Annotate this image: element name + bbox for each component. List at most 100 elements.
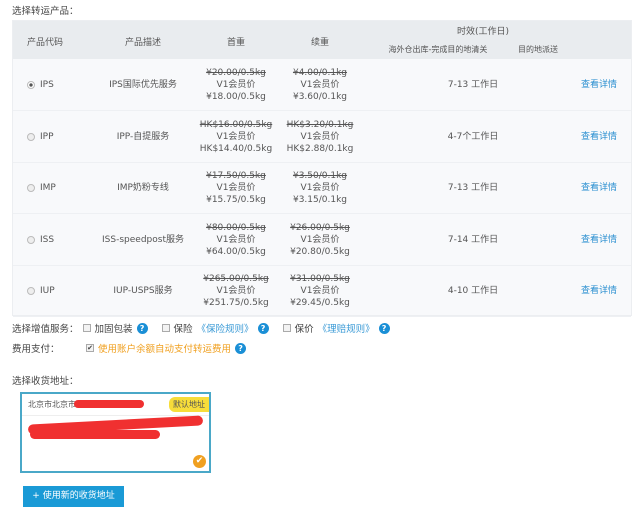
payment-label: 费用支付： [12,344,60,355]
member-tier: V1会员价 [216,131,256,142]
product-desc: IPS国际优先服务 [109,80,177,90]
payment-row: 费用支付： ✔ 使用账户余额自动支付转运费用 ? [12,341,247,355]
product-radio[interactable] [27,235,35,244]
services-label: 选择增值服务： [12,324,79,335]
product-code[interactable]: IMP [27,182,56,194]
header-desc: 产品描述 [124,38,161,48]
help-icon[interactable]: ? [257,322,269,334]
header-time-clearance: 海外仓出库-完成目的地清关 [388,45,488,54]
product-desc: IPP-自提服务 [116,131,170,142]
product-radio[interactable] [27,184,35,192]
original-price: ¥20.00/0.5kg [206,68,266,78]
product-code[interactable]: IPS [27,79,54,91]
product-code-label: ISS [40,234,55,245]
address-city: 北京市北京市 [28,400,76,409]
product-code[interactable]: ISS [27,234,54,246]
member-price: ¥18.00/0.5kg [206,92,266,102]
product-radio[interactable] [27,132,35,141]
help-icon[interactable]: ? [235,342,247,354]
reinforce-label: 加固包装 [94,324,133,335]
product-code[interactable]: IPP [27,131,54,143]
original-price: HK$3.20/0.1kg [286,119,354,130]
product-radio[interactable] [27,81,35,89]
header-cont: 续重 [310,38,329,48]
member-tier: V1会员价 [216,286,256,296]
claim-rule-link[interactable]: 《理赔规则》 [318,321,375,335]
first-weight-price: ¥265.00/0.5kg V1会员价 ¥251.75/0.5kg [193,273,279,309]
cont-weight-price: HK$3.20/0.1kg V1会员价 HK$2.88/0.1kg [277,119,363,155]
member-tier: V1会员价 [300,234,340,245]
table-row: IUP IUP-USPS服务 ¥265.00/0.5kg V1会员价 ¥251.… [13,265,631,317]
header-first: 首重 [226,38,245,48]
member-tier: V1会员价 [216,80,256,90]
redaction [74,400,144,408]
valuation-checkbox[interactable] [282,324,291,332]
original-price: ¥31.00/0.5kg [290,274,350,284]
table-row: IPP IPP-自提服务 HK$16.00/0.5kg V1会员价 HK$14.… [13,111,631,163]
selected-check-icon: ✔ [193,455,206,468]
product-desc: IMP奶粉专线 [117,183,169,193]
product-code[interactable]: IUP [27,285,55,297]
view-details-link[interactable]: 查看详情 [581,285,617,297]
table-row: IMP IMP奶粉专线 ¥17.50/0.5kg V1会员价 ¥15.75/0.… [13,162,631,214]
section-title: 选择转运产品： [12,6,79,17]
original-price: ¥3.50/0.1kg [292,171,348,181]
delivery-time: 4-7个工作日 [447,131,499,142]
auto-pay-checkbox[interactable]: ✔ [86,344,94,352]
member-price: HK$14.40/0.5kg [199,143,273,154]
insurance-rule-link[interactable]: 《保险规则》 [197,321,254,335]
original-price: HK$16.00/0.5kg [199,119,273,130]
default-address-badge: 默认地址 [169,397,209,412]
member-price: ¥3.60/0.1kg [292,92,348,102]
view-details-link[interactable]: 查看详情 [581,234,617,246]
member-tier: V1会员价 [300,131,340,142]
member-tier: V1会员价 [300,286,340,296]
reinforce-checkbox[interactable] [82,324,91,332]
member-price: ¥20.80/0.5kg [290,246,350,257]
header-time: 时效(工作日) [456,27,510,37]
member-tier: V1会员价 [300,183,340,193]
cont-weight-price: ¥31.00/0.5kg V1会员价 ¥29.45/0.5kg [277,273,363,309]
cont-weight-price: ¥4.00/0.1kg V1会员价 ¥3.60/0.1kg [277,67,363,103]
product-code-label: IPS [40,80,54,90]
member-price: ¥3.15/0.1kg [292,195,348,205]
delivery-time: 7-13 工作日 [447,183,499,193]
address-card[interactable]: 北京市北京市 默认地址 ✔ [20,392,211,473]
product-table: 产品代码 产品描述 首重 续重 时效(工作日) 海外仓出库-完成目的地清关 目的… [12,20,632,317]
member-tier: V1会员价 [300,80,340,90]
member-price: ¥64.00/0.5kg [206,246,266,257]
cont-weight-price: ¥26.00/0.5kg V1会员价 ¥20.80/0.5kg [277,222,363,258]
view-details-link[interactable]: 查看详情 [581,79,617,91]
new-address-button[interactable]: + 使用新的收货地址 [23,486,124,507]
original-price: ¥265.00/0.5kg [203,274,269,284]
member-tier: V1会员价 [216,234,256,245]
view-details-link[interactable]: 查看详情 [581,131,617,143]
first-weight-price: ¥20.00/0.5kg V1会员价 ¥18.00/0.5kg [193,67,279,103]
first-weight-price: ¥80.00/0.5kg V1会员价 ¥64.00/0.5kg [193,222,279,258]
product-code-label: IMP [40,183,56,193]
member-tier: V1会员价 [216,183,256,193]
insurance-label: 保险 [173,324,193,335]
table-row: IPS IPS国际优先服务 ¥20.00/0.5kg V1会员价 ¥18.00/… [13,59,631,111]
original-price: ¥26.00/0.5kg [290,222,350,233]
original-price: ¥17.50/0.5kg [206,171,266,181]
original-price: ¥4.00/0.1kg [292,68,348,78]
view-details-link[interactable]: 查看详情 [581,182,617,194]
header-time-delivery: 目的地派送 [518,45,558,54]
insurance-checkbox[interactable] [161,324,170,332]
product-radio[interactable] [27,287,35,295]
product-code-label: IUP [40,286,55,296]
table-header: 产品代码 产品描述 首重 续重 时效(工作日) 海外仓出库-完成目的地清关 目的… [13,21,631,59]
auto-pay-label: 使用账户余额自动支付转运费用 [98,344,232,355]
help-icon[interactable]: ? [136,322,148,334]
member-price: ¥251.75/0.5kg [203,298,269,308]
member-price: ¥15.75/0.5kg [206,195,266,205]
address-label: 选择收货地址： [12,376,79,387]
product-desc: IUP-USPS服务 [113,286,173,296]
first-weight-price: HK$16.00/0.5kg V1会员价 HK$14.40/0.5kg [193,119,279,155]
value-added-services: 选择增值服务： 加固包装 ? 保险 《保险规则》 ? 保价 《理赔规则》 ? [12,321,390,335]
table-row: ISS ISS-speedpost服务 ¥80.00/0.5kg V1会员价 ¥… [13,214,631,266]
product-desc: ISS-speedpost服务 [102,234,184,245]
delivery-time: 7-14 工作日 [447,234,499,245]
help-icon[interactable]: ? [378,322,390,334]
